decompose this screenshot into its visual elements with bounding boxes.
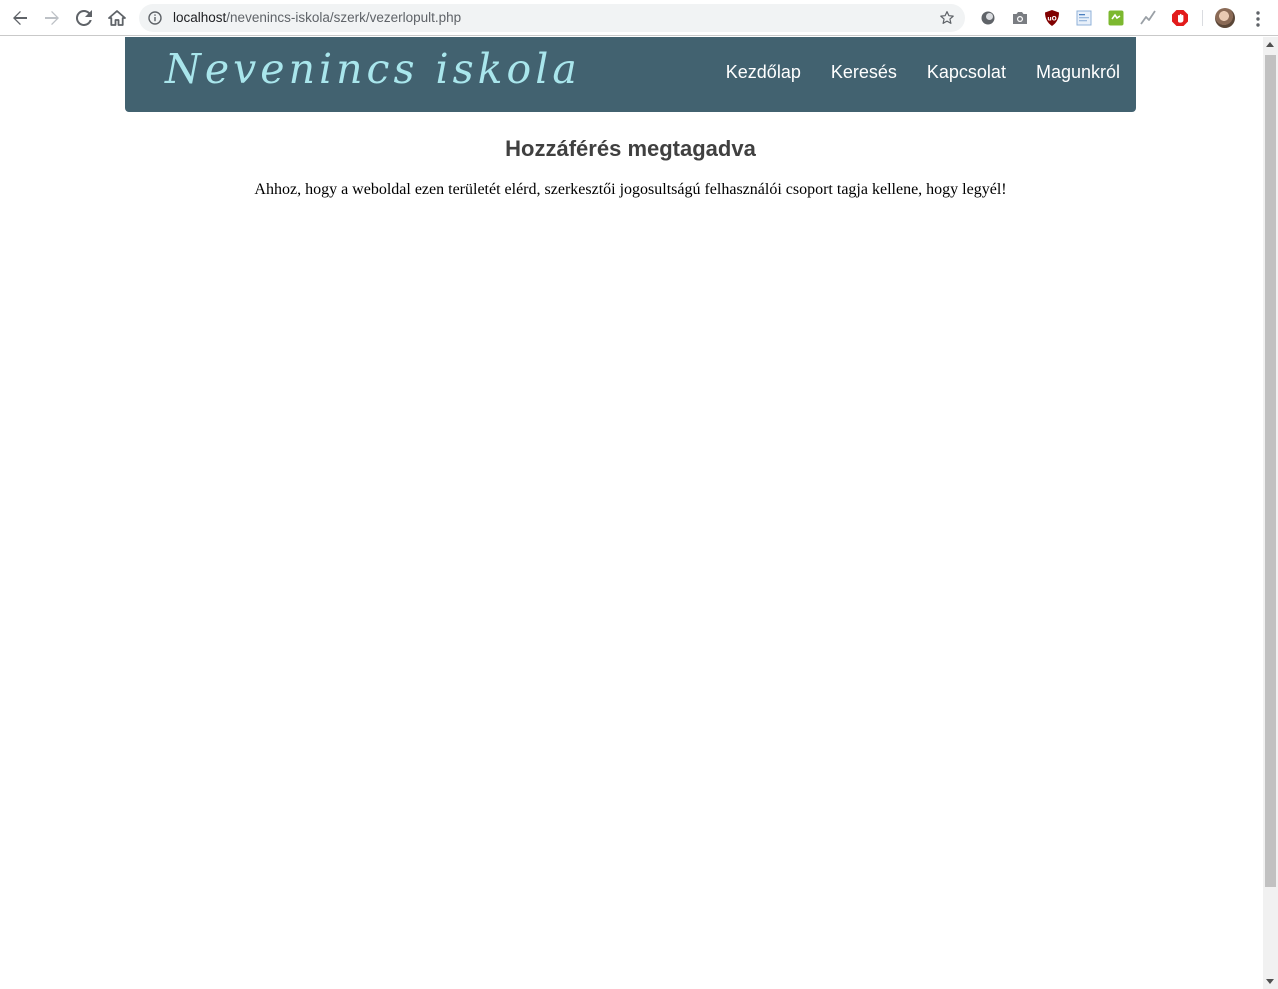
toolbar-separator	[1202, 10, 1203, 26]
home-icon[interactable]	[106, 7, 128, 29]
kebab-menu-icon[interactable]	[1252, 10, 1264, 28]
adblock-icon[interactable]	[1171, 9, 1189, 27]
scroll-down-arrow-icon[interactable]	[1266, 979, 1274, 984]
back-arrow-icon[interactable]	[9, 7, 31, 29]
avatar[interactable]	[1215, 8, 1235, 28]
nav-link-contact[interactable]: Kapcsolat	[927, 62, 1006, 83]
address-bar[interactable]: localhost/nevenincs-iskola/szerk/vezerlo…	[139, 4, 965, 32]
browser-toolbar: localhost/nevenincs-iskola/szerk/vezerlo…	[0, 0, 1278, 36]
page-extension-icon[interactable]	[1075, 9, 1093, 27]
site-header: Nevenincs iskola Kezdőlap Keresés Kapcso…	[125, 37, 1136, 112]
green-extension-icon[interactable]	[1107, 9, 1125, 27]
access-denied-message: Ahhoz, hogy a weboldal ezen területét el…	[254, 181, 1007, 198]
info-icon[interactable]	[148, 11, 162, 25]
nav-link-home[interactable]: Kezdőlap	[726, 62, 801, 83]
main-nav: Kezdőlap Keresés Kapcsolat Magunkról	[726, 62, 1120, 83]
nav-link-search[interactable]: Keresés	[831, 62, 897, 83]
page-title: Hozzáférés megtagadva	[505, 136, 756, 161]
url-text[interactable]: localhost/nevenincs-iskola/szerk/vezerlo…	[173, 10, 461, 25]
activity-icon[interactable]	[1139, 9, 1157, 27]
nav-link-about[interactable]: Magunkról	[1036, 62, 1120, 83]
vertical-scrollbar[interactable]	[1263, 37, 1278, 989]
scroll-up-arrow-icon[interactable]	[1266, 42, 1274, 47]
forward-arrow-icon[interactable]	[41, 7, 63, 29]
reload-icon[interactable]	[73, 7, 95, 29]
svg-text:uO: uO	[1047, 16, 1056, 23]
ublock-icon[interactable]: uO	[1043, 9, 1061, 27]
site-logo[interactable]: Nevenincs iskola	[165, 45, 581, 93]
scroll-thumb[interactable]	[1265, 55, 1276, 887]
star-icon[interactable]	[938, 9, 956, 27]
circle-extension-icon[interactable]	[979, 9, 997, 27]
camera-icon[interactable]	[1011, 9, 1029, 27]
